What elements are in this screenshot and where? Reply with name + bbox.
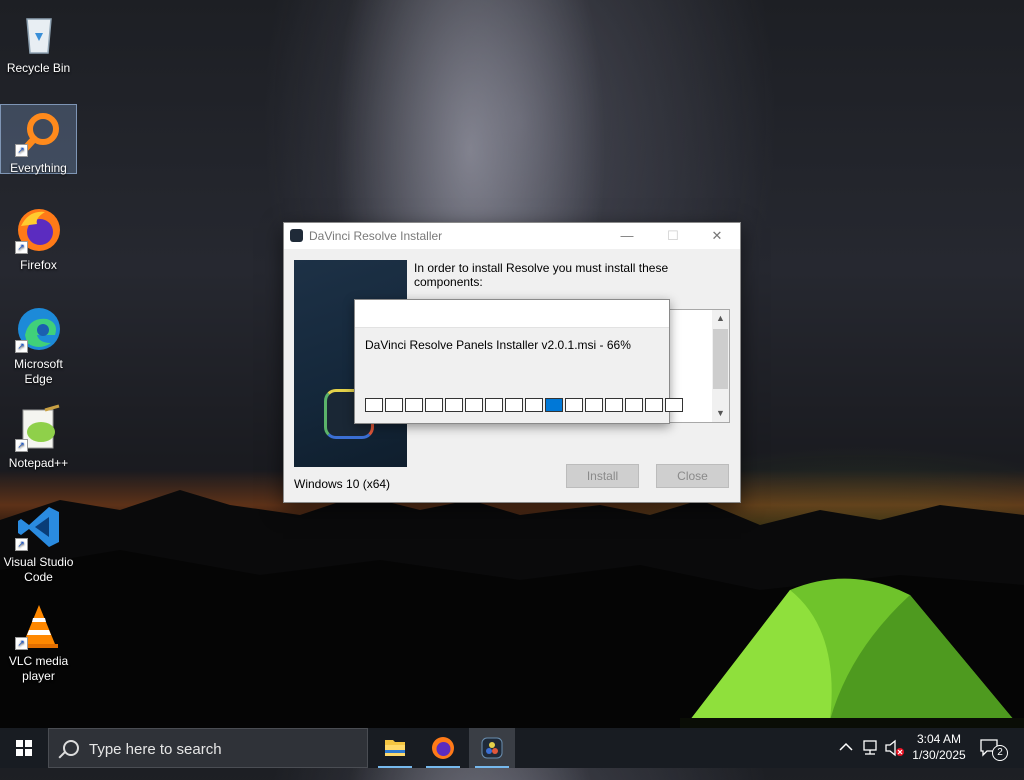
shortcut-arrow-icon: ↗ [14, 241, 28, 254]
search-icon [63, 740, 79, 756]
progress-segment [505, 398, 523, 412]
title-bar[interactable]: DaVinci Resolve Installer — ☐ ✕ [284, 223, 740, 249]
progress-segment [605, 398, 623, 412]
window-title: DaVinci Resolve Installer [309, 229, 443, 243]
taskbar-davinci-resolve[interactable] [469, 728, 515, 768]
progress-segment [465, 398, 483, 412]
progress-dialog: DaVinci Resolve Panels Installer v2.0.1.… [354, 299, 683, 424]
install-button[interactable]: Install [566, 464, 639, 488]
network-icon[interactable] [861, 739, 881, 779]
progress-segment [585, 398, 603, 412]
progress-text: DaVinci Resolve Panels Installer v2.0.1.… [365, 338, 631, 352]
firefox-icon [432, 737, 454, 759]
start-button[interactable] [0, 728, 48, 768]
taskbar-search-box[interactable]: Type here to search [48, 728, 368, 768]
progress-dialog-title-bar[interactable] [355, 300, 669, 328]
desktop-icon-label: Microsoft Edge [14, 357, 63, 386]
progress-segment [645, 398, 663, 412]
davinci-resolve-icon [290, 229, 303, 242]
search-placeholder: Type here to search [89, 741, 222, 758]
progress-segment [365, 398, 383, 412]
progress-segment [445, 398, 463, 412]
maximize-button: ☐ [667, 228, 679, 243]
shortcut-arrow-icon: ↗ [14, 637, 28, 650]
progress-segment [525, 398, 543, 412]
progress-segment [625, 398, 643, 412]
notepadpp-icon: ↗ [14, 404, 63, 452]
everything-search-icon: ↗ [14, 109, 63, 157]
progress-segment [665, 398, 683, 412]
volume-muted-icon[interactable] [884, 739, 906, 779]
desktop-icon-label: VLC media player [8, 654, 69, 683]
file-explorer-icon [385, 740, 405, 756]
tent-image [680, 578, 1024, 730]
taskbar: Type here to search 3:04 AM 1/30/2025 2 [0, 728, 1024, 768]
desktop-icon-vlc[interactable]: ↗ VLC media player [0, 596, 77, 686]
os-label: Windows 10 (x64) [294, 477, 391, 491]
taskbar-clock[interactable]: 3:04 AM 1/30/2025 [905, 731, 973, 763]
desktop-icon-vscode[interactable]: ↗ Visual Studio Code [0, 497, 77, 587]
progress-segment [565, 398, 583, 412]
desktop-icon-everything[interactable]: ↗ Everything [0, 104, 77, 175]
edge-icon: ↗ [14, 305, 63, 353]
scroll-down-icon[interactable]: ▼ [712, 405, 729, 422]
firefox-icon: ↗ [14, 206, 63, 254]
intro-text: In order to install Resolve you must ins… [414, 261, 669, 289]
clock-date: 1/30/2025 [912, 748, 966, 762]
desktop-icon-label: Everything [10, 161, 67, 175]
desktop-icon-notepadpp[interactable]: ↗ Notepad++ [0, 398, 77, 473]
desktop-icon-recycle-bin[interactable]: Recycle Bin [0, 3, 77, 78]
progress-segment-active [545, 398, 563, 412]
close-window-button[interactable]: ✕ [694, 223, 740, 249]
progress-segment [485, 398, 503, 412]
components-scrollbar[interactable]: ▲ ▼ [712, 310, 729, 422]
progress-segment [425, 398, 443, 412]
desktop-icon-firefox[interactable]: ↗ Firefox [0, 200, 77, 275]
action-center-button[interactable]: 2 [978, 737, 1008, 777]
close-button[interactable]: Close [656, 464, 729, 488]
desktop-icon-label: Recycle Bin [6, 61, 71, 75]
recycle-bin-icon [15, 9, 63, 57]
desktop-icon-label: Firefox [20, 258, 57, 272]
shortcut-arrow-icon: ↗ [14, 538, 28, 551]
davinci-resolve-icon [481, 737, 503, 759]
progress-segment [405, 398, 423, 412]
desktop-icon-microsoft-edge[interactable]: ↗ Microsoft Edge [0, 299, 77, 389]
desktop-icon-label: Visual Studio Code [3, 555, 74, 584]
minimize-button[interactable]: — [604, 223, 650, 249]
taskbar-firefox[interactable] [420, 728, 466, 768]
progress-bar [365, 398, 683, 413]
vlc-icon: ↗ [14, 602, 63, 650]
progress-segment [385, 398, 403, 412]
scroll-up-icon[interactable]: ▲ [712, 310, 729, 327]
taskbar-file-explorer[interactable] [372, 728, 418, 768]
shortcut-arrow-icon: ↗ [14, 144, 28, 157]
shortcut-arrow-icon: ↗ [14, 340, 28, 353]
vscode-icon: ↗ [14, 503, 63, 551]
scroll-thumb[interactable] [713, 329, 728, 389]
tray-overflow-chevron-icon[interactable] [838, 740, 854, 780]
clock-time: 3:04 AM [916, 732, 962, 746]
notification-count-badge: 2 [992, 745, 1008, 761]
desktop-icon-label: Notepad++ [8, 456, 69, 470]
windows-logo-icon [16, 740, 32, 756]
shortcut-arrow-icon: ↗ [14, 439, 28, 452]
